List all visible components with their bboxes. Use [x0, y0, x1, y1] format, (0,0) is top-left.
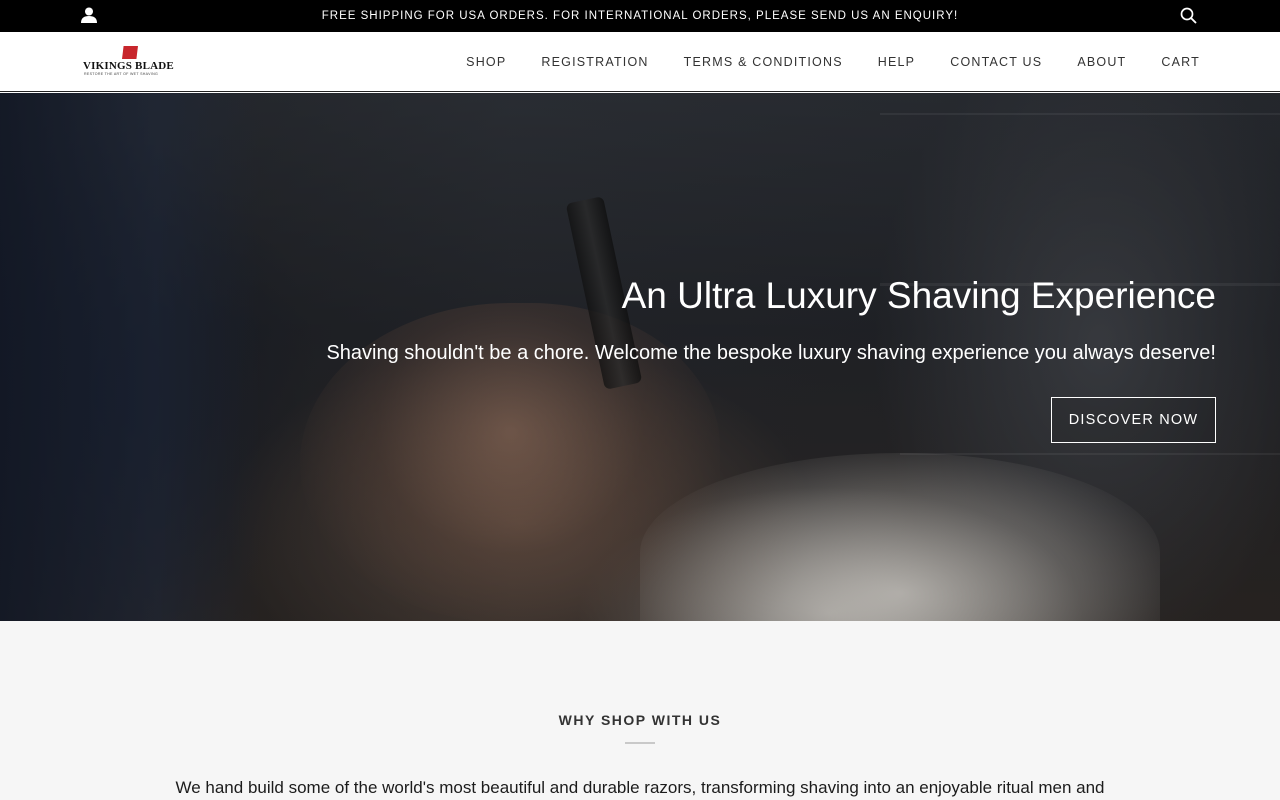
section-divider — [625, 742, 655, 744]
section-text: We hand build some of the world's most b… — [175, 778, 1105, 797]
section-title: WHY SHOP WITH US — [558, 712, 722, 728]
logo-mark-icon — [122, 46, 138, 59]
main-nav: SHOP REGISTRATION TERMS & CONDITIONS HEL… — [431, 32, 1200, 92]
site-logo[interactable]: VIKINGS BLADE RESTORE THE ART OF WET SHA… — [82, 46, 178, 78]
nav-item-registration[interactable]: REGISTRATION — [541, 55, 648, 69]
nav-item-terms-conditions[interactable]: TERMS & CONDITIONS — [684, 55, 843, 69]
announcement-bar: FREE SHIPPING FOR USA ORDERS. FOR INTERN… — [0, 0, 1280, 32]
hero-title: An Ultra Luxury Shaving Experience — [621, 275, 1216, 316]
logo-wordmark: VIKINGS BLADE — [83, 60, 174, 72]
site-header: VIKINGS BLADE RESTORE THE ART OF WET SHA… — [0, 32, 1280, 92]
nav-item-help[interactable]: HELP — [878, 55, 915, 69]
account-icon[interactable] — [80, 6, 98, 24]
nav-item-cart[interactable]: CART — [1161, 55, 1200, 69]
hero-image-arm — [0, 93, 260, 621]
logo-tagline: RESTORE THE ART OF WET SHAVING — [84, 72, 159, 76]
hero-banner: An Ultra Luxury Shaving Experience Shavi… — [0, 93, 1280, 621]
nav-item-about[interactable]: ABOUT — [1077, 55, 1126, 69]
nav-item-shop[interactable]: SHOP — [466, 55, 506, 69]
hero-content: An Ultra Luxury Shaving Experience Shavi… — [326, 274, 1216, 443]
search-icon[interactable] — [1180, 7, 1197, 24]
nav-item-contact-us[interactable]: CONTACT US — [950, 55, 1042, 69]
hero-subtitle: Shaving shouldn't be a chore. Welcome th… — [326, 342, 1216, 364]
announcement-message: FREE SHIPPING FOR USA ORDERS. FOR INTERN… — [321, 10, 959, 22]
background-shelf — [880, 113, 1280, 115]
why-shop-section: WHY SHOP WITH US We hand build some of t… — [0, 621, 1280, 800]
discover-now-button[interactable]: DISCOVER NOW — [1051, 397, 1216, 443]
